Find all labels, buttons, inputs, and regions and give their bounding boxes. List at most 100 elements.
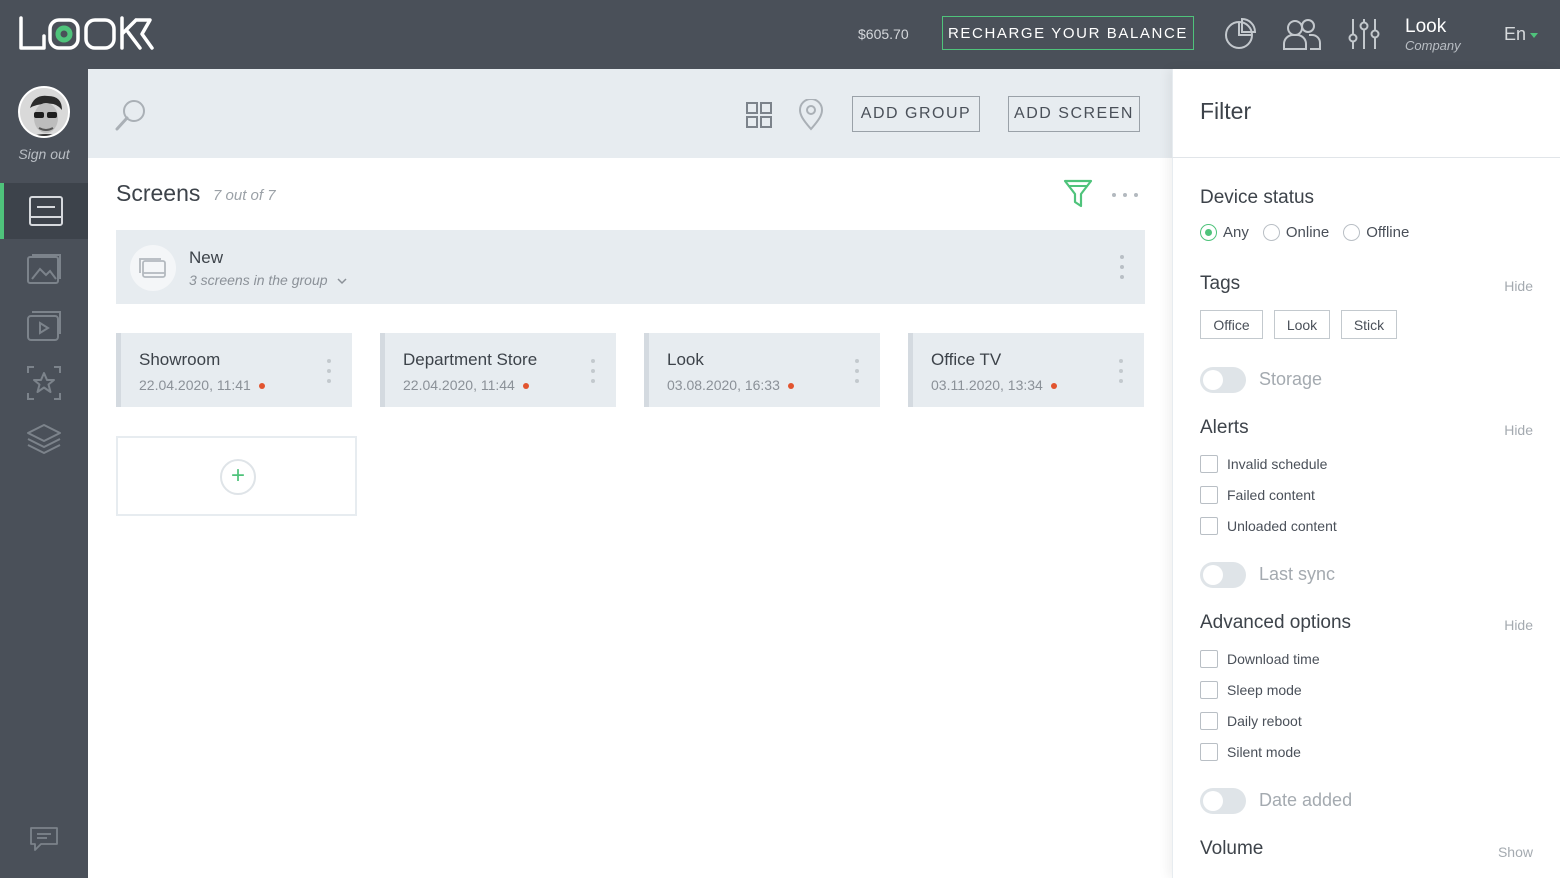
volume-show-link[interactable]: Show — [1498, 844, 1533, 860]
sign-out-link[interactable]: Sign out — [0, 146, 88, 162]
group-screens-count: 3 screens in the group — [189, 272, 328, 288]
radio-any-label: Any — [1223, 224, 1249, 241]
page-title: Screens — [116, 180, 201, 206]
screen-last-seen: 03.11.2020, 13:34 — [931, 377, 1057, 393]
add-screen-button[interactable]: ADD SCREEN — [1008, 96, 1140, 132]
screen-last-seen: 03.08.2020, 16:33 — [667, 377, 794, 393]
top-bar — [0, 0, 1560, 69]
screen-menu-icon[interactable] — [1118, 357, 1124, 385]
checkbox[interactable] — [1200, 681, 1218, 699]
screen-card[interactable]: Department Store 22.04.2020, 11:44 — [380, 333, 616, 407]
option-daily-reboot[interactable]: Daily reboot — [1200, 712, 1302, 730]
recharge-balance-button[interactable]: RECHARGE YOUR BALANCE — [942, 16, 1194, 50]
checkbox-label: Invalid schedule — [1227, 456, 1328, 472]
offline-status-dot — [1050, 383, 1057, 390]
sidebar-item-favorites[interactable] — [0, 355, 88, 411]
checkbox[interactable] — [1200, 712, 1218, 730]
tag-office[interactable]: Office — [1200, 310, 1263, 339]
radio-online-label: Online — [1285, 224, 1330, 241]
analytics-icon[interactable] — [1222, 16, 1258, 52]
company-subtitle: Company — [1405, 38, 1461, 53]
checkbox[interactable] — [1200, 517, 1218, 535]
checkbox[interactable] — [1200, 650, 1218, 668]
group-subtitle[interactable]: 3 screens in the group — [189, 272, 347, 288]
screens-count: 7 out of 7 — [213, 187, 276, 204]
language-label: En — [1504, 24, 1527, 44]
screen-menu-icon[interactable] — [590, 357, 596, 385]
star-icon — [27, 366, 61, 400]
radio-any[interactable] — [1200, 224, 1217, 241]
checkbox[interactable] — [1200, 486, 1218, 504]
group-screens-icon — [139, 258, 166, 278]
look-logo[interactable] — [18, 14, 156, 54]
map-pin-icon[interactable] — [798, 99, 824, 131]
settings-sliders-icon[interactable] — [1346, 16, 1382, 52]
screen-card[interactable]: Office TV 03.11.2020, 13:34 — [908, 333, 1144, 407]
users-icon[interactable] — [1282, 16, 1322, 52]
grid-view-icon[interactable] — [746, 102, 772, 128]
screens-icon — [29, 196, 63, 226]
alert-invalid-schedule[interactable]: Invalid schedule — [1200, 455, 1327, 473]
checkbox[interactable] — [1200, 455, 1218, 473]
add-screen-card[interactable]: + — [116, 436, 357, 516]
screen-name: Office TV — [931, 350, 1002, 369]
sidebar-item-layers[interactable] — [0, 412, 88, 468]
chat-icon[interactable] — [29, 826, 59, 852]
tag-look[interactable]: Look — [1274, 310, 1330, 339]
add-group-button[interactable]: ADD GROUP — [852, 96, 980, 132]
screen-name: Department Store — [403, 350, 538, 369]
more-options-icon[interactable] — [1110, 185, 1140, 205]
filter-title: Filter — [1200, 98, 1252, 124]
screen-menu-icon[interactable] — [326, 357, 332, 385]
tag-stick[interactable]: Stick — [1341, 310, 1397, 339]
last-sync-toggle[interactable] — [1200, 562, 1246, 588]
group-thumbnail — [130, 245, 176, 291]
screen-card[interactable]: Showroom 22.04.2020, 11:41 — [116, 333, 352, 407]
last-sync-label: Last sync — [1259, 564, 1336, 584]
tags-hide-link[interactable]: Hide — [1504, 278, 1533, 294]
video-icon — [27, 311, 61, 341]
alerts-hide-link[interactable]: Hide — [1504, 422, 1533, 438]
option-download-time[interactable]: Download time — [1200, 650, 1320, 668]
company-name: Look — [1405, 16, 1447, 37]
avatar[interactable] — [18, 86, 70, 138]
radio-online[interactable] — [1262, 224, 1280, 241]
alert-unloaded-content[interactable]: Unloaded content — [1200, 517, 1337, 535]
images-icon — [27, 254, 61, 284]
checkbox-label: Daily reboot — [1227, 713, 1302, 729]
checkbox-label: Unloaded content — [1227, 518, 1337, 534]
screen-menu-icon[interactable] — [854, 357, 860, 385]
radio-offline-label: Offline — [1366, 224, 1410, 241]
date-added-toggle[interactable] — [1200, 788, 1246, 814]
alert-failed-content[interactable]: Failed content — [1200, 486, 1315, 504]
date-added-label: Date added — [1259, 790, 1353, 810]
storage-toggle[interactable] — [1200, 367, 1246, 393]
device-status-title: Device status — [1200, 187, 1315, 208]
search-icon[interactable] — [114, 98, 148, 132]
screen-group-card[interactable] — [116, 230, 1145, 304]
company-switcher[interactable]: Look Company — [1405, 16, 1461, 54]
checkbox-label: Download time — [1227, 651, 1320, 667]
checkbox[interactable] — [1200, 743, 1218, 761]
filter-icon[interactable] — [1063, 178, 1093, 210]
chevron-down-icon — [337, 278, 347, 284]
language-selector[interactable]: En — [1504, 24, 1539, 45]
offline-status-dot — [258, 383, 265, 390]
chevron-down-icon — [1530, 32, 1539, 38]
plus-icon: + — [220, 459, 256, 495]
option-sleep-mode[interactable]: Sleep mode — [1200, 681, 1302, 699]
sidebar-item-videos[interactable] — [0, 298, 88, 354]
volume-title: Volume — [1200, 838, 1264, 859]
sidebar-item-screens[interactable] — [0, 183, 88, 239]
option-silent-mode[interactable]: Silent mode — [1200, 743, 1301, 761]
device-status-radio-group: Any Online Offline — [1200, 224, 1423, 241]
screen-card[interactable]: Look 03.08.2020, 16:33 — [644, 333, 880, 407]
screen-name: Look — [667, 350, 704, 369]
layers-icon — [27, 424, 61, 454]
radio-offline[interactable] — [1343, 224, 1361, 241]
advanced-hide-link[interactable]: Hide — [1504, 617, 1533, 633]
balance-amount: $605.70 — [858, 26, 909, 42]
sidebar-item-images[interactable] — [0, 241, 88, 297]
group-menu-icon[interactable] — [1119, 253, 1125, 281]
divider — [1172, 157, 1560, 158]
